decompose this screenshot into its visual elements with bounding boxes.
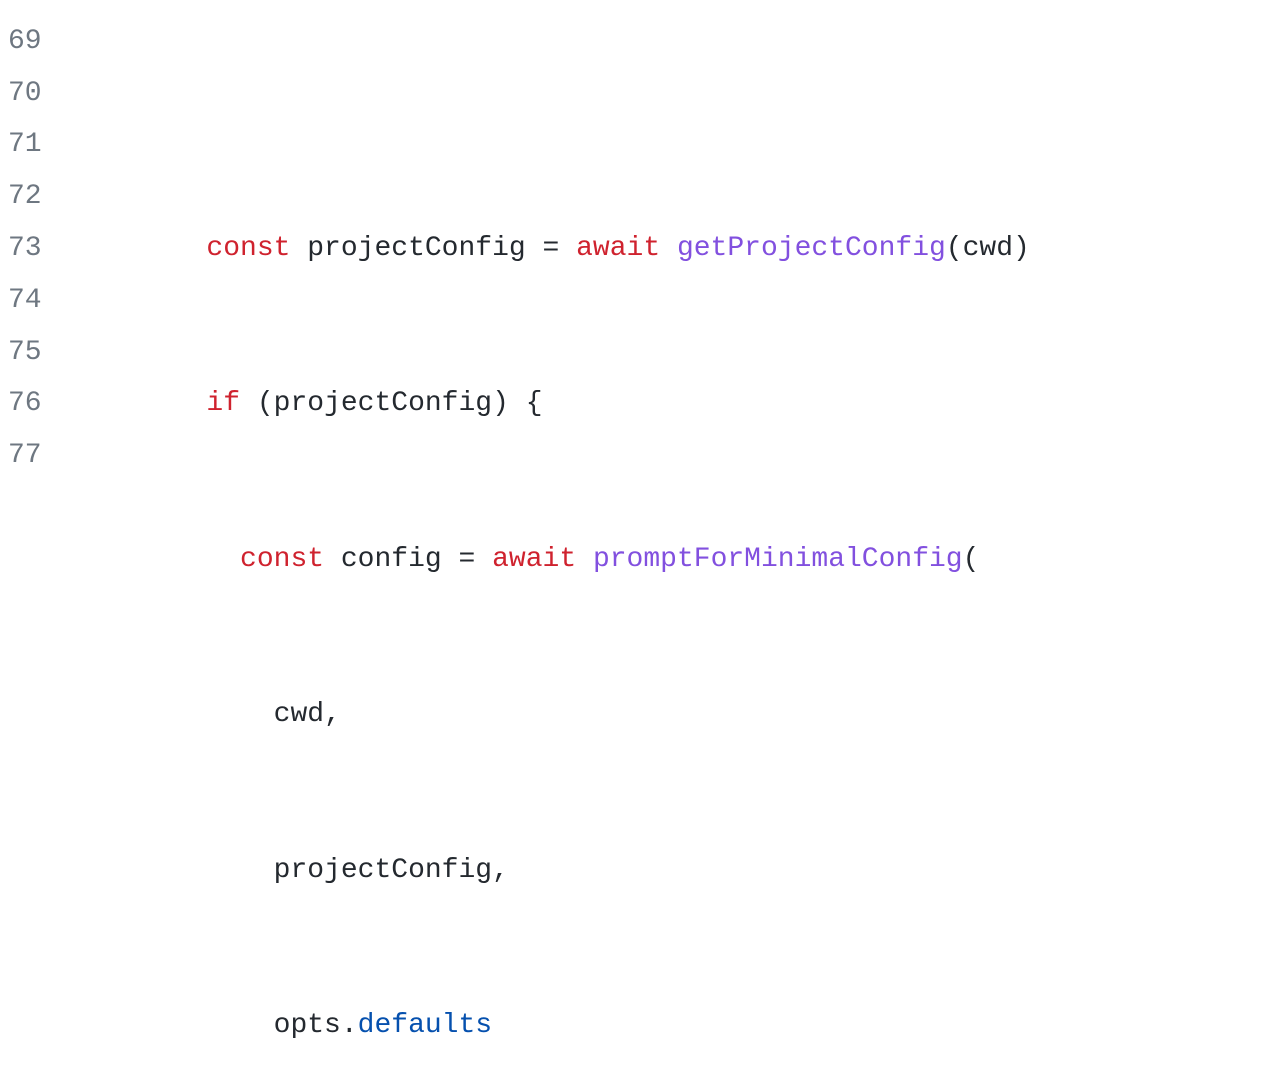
line-number: 73 xyxy=(8,223,40,275)
identifier: projectConfig xyxy=(307,233,525,264)
indent xyxy=(72,233,206,264)
line-number: 75 xyxy=(8,327,40,379)
code-line: projectConfig, xyxy=(72,845,1030,897)
keyword-const: const xyxy=(240,544,324,575)
line-number: 68 xyxy=(8,0,40,16)
keyword-await: await xyxy=(576,233,660,264)
line-number-gutter: 68 69 70 71 72 73 74 75 76 77 xyxy=(8,0,72,1068)
code-line: opts.defaults xyxy=(72,1000,1030,1052)
paren-open: ( xyxy=(946,233,963,264)
line-number: 71 xyxy=(8,119,40,171)
comma: , xyxy=(324,699,341,730)
operator-equals: = xyxy=(543,233,560,264)
code-line: const projectConfig = await getProjectCo… xyxy=(72,223,1030,275)
code-line: if (projectConfig) { xyxy=(72,378,1030,430)
operator-equals: = xyxy=(459,544,476,575)
keyword-const: const xyxy=(206,233,290,264)
code-content[interactable]: const projectConfig = await getProjectCo… xyxy=(72,0,1030,1068)
indent xyxy=(72,699,274,730)
code-line xyxy=(72,68,1030,120)
comma: , xyxy=(492,855,509,886)
code-line: const config = await promptForMinimalCon… xyxy=(72,534,1030,586)
brace-open: { xyxy=(526,388,543,419)
identifier: cwd xyxy=(963,233,1013,264)
identifier: cwd xyxy=(274,699,324,730)
line-number: 74 xyxy=(8,275,40,327)
indent xyxy=(72,1010,274,1041)
line-number: 77 xyxy=(8,430,40,482)
identifier: config xyxy=(341,544,442,575)
line-number: 69 xyxy=(8,16,40,68)
code-editor[interactable]: 68 69 70 71 72 73 74 75 76 77 const proj… xyxy=(0,0,1286,1068)
indent xyxy=(72,544,240,575)
keyword-if: if xyxy=(206,388,240,419)
code-line: cwd, xyxy=(72,689,1030,741)
identifier: projectConfig xyxy=(274,388,492,419)
indent xyxy=(72,388,206,419)
paren-open: ( xyxy=(257,388,274,419)
line-number: 76 xyxy=(8,378,40,430)
indent xyxy=(72,855,274,886)
identifier: opts xyxy=(274,1010,341,1041)
line-number: 70 xyxy=(8,68,40,120)
keyword-await: await xyxy=(492,544,576,575)
line-number: 72 xyxy=(8,171,40,223)
paren-close: ) xyxy=(492,388,509,419)
property: defaults xyxy=(358,1010,492,1041)
dot: . xyxy=(341,1010,358,1041)
paren-open: ( xyxy=(963,544,980,575)
function-call: getProjectConfig xyxy=(677,233,946,264)
identifier: projectConfig xyxy=(274,855,492,886)
paren-close: ) xyxy=(1013,233,1030,264)
function-call: promptForMinimalConfig xyxy=(593,544,963,575)
